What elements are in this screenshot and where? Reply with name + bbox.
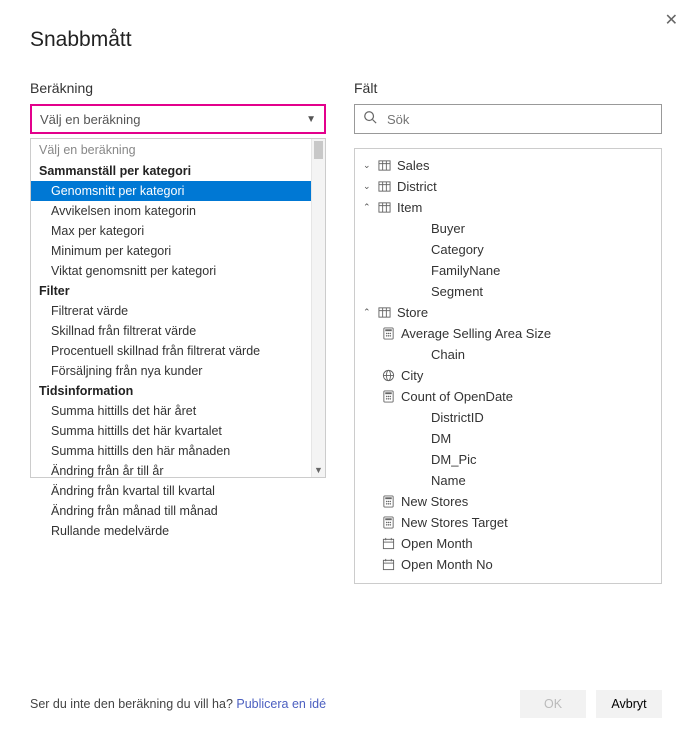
tree-field-row[interactable]: Open Month [359,533,657,554]
dropdown-item[interactable]: Procentuell skillnad från filtrerat värd… [31,341,325,361]
ok-button[interactable]: OK [520,690,586,718]
dropdown-item[interactable]: Summa hittills den här månaden [31,441,325,461]
calc-icon [379,495,397,508]
dropdown-item[interactable]: Rullande medelvärde [31,521,325,541]
footer-hint: Ser du inte den beräkning du vill ha? Pu… [30,697,326,711]
dropdown-item[interactable]: Ändring från år till år [31,461,325,481]
tree-label: New Stores [397,494,468,509]
tree-label: Name [427,473,466,488]
dropdown-item[interactable]: Summa hittills det här kvartalet [31,421,325,441]
cancel-button[interactable]: Avbryt [596,690,662,718]
fields-tree: ⌄ Sales ⌄ District ⌃ Item Buyer Category FamilyN… [354,148,662,584]
tree-label: Count of OpenDate [397,389,513,404]
tree-field-row[interactable]: New Stores [359,491,657,512]
tree-table-row[interactable]: ⌃ Store [359,302,657,323]
dropdown-item[interactable]: Ändring från månad till månad [31,501,325,521]
dropdown-item[interactable]: Minimum per kategori [31,241,325,261]
chevron-up-icon: ⌃ [363,202,375,213]
chevron-down-icon: ⌄ [363,181,375,192]
dropdown-item[interactable]: Max per kategori [31,221,325,241]
date-icon [379,537,397,550]
chevron-up-icon: ⌃ [363,307,375,318]
dropdown-group: Sammanställ per kategori [31,161,325,181]
dropdown-prompt: Välj en beräkning [31,139,325,161]
tree-label: City [397,368,423,383]
tree-field-row[interactable]: Open Month No [359,554,657,575]
tree-field-row[interactable]: City [359,365,657,386]
search-box[interactable] [354,104,662,134]
calculation-dropdown: Välj en beräkningSammanställ per kategor… [30,138,326,478]
close-icon[interactable]: ✕ [665,10,678,30]
tree-label: Buyer [427,221,465,236]
tree-table-row[interactable]: ⌄ District [359,176,657,197]
tree-field-row[interactable]: Segment [359,281,657,302]
scrollbar-thumb[interactable] [314,141,323,159]
tree-field-row[interactable]: Buyer [359,218,657,239]
calc-icon [379,327,397,340]
tree-label: Item [393,200,422,215]
tree-field-row[interactable]: DistrictID [359,407,657,428]
table-icon [375,180,393,193]
tree-field-row[interactable]: DM [359,428,657,449]
dropdown-item[interactable]: Genomsnitt per kategori [31,181,325,201]
dropdown-item[interactable]: Försäljning från nya kunder [31,361,325,381]
search-icon [363,110,377,129]
tree-table-row[interactable]: ⌃ Item [359,197,657,218]
search-input[interactable] [385,111,653,128]
dropdown-item[interactable]: Skillnad från filtrerat värde [31,321,325,341]
dropdown-item[interactable]: Viktat genomsnitt per kategori [31,261,325,281]
tree-table-row[interactable]: ⌄ Sales [359,155,657,176]
tree-label: Chain [427,347,465,362]
dropdown-group: Tidsinformation [31,381,325,401]
calculation-label: Beräkning [30,80,326,96]
tree-label: FamilyNane [427,263,500,278]
tree-field-row[interactable]: Chain [359,344,657,365]
calculation-select-value: Välj en beräkning [40,112,140,127]
calc-icon [379,390,397,403]
dropdown-item[interactable]: Summa hittills det här året [31,401,325,421]
geo-icon [379,369,397,382]
table-icon [375,159,393,172]
tree-label: Open Month No [397,557,493,572]
dropdown-item[interactable]: Avvikelsen inom kategorin [31,201,325,221]
fields-label: Fält [354,80,662,96]
tree-label: DistrictID [427,410,484,425]
dropdown-item[interactable]: Ändring från kvartal till kvartal [31,481,325,501]
dropdown-item[interactable]: Filtrerat värde [31,301,325,321]
tree-label: Open Month [397,536,473,551]
scroll-down-icon[interactable]: ▼ [312,463,325,477]
date-icon [379,558,397,571]
chevron-down-icon: ▼ [306,114,316,125]
table-icon [375,201,393,214]
tree-label: Average Selling Area Size [397,326,551,341]
dropdown-scrollbar[interactable]: ▲ ▼ [311,139,325,477]
tree-field-row[interactable]: DM_Pic [359,449,657,470]
tree-label: Sales [393,158,430,173]
tree-field-row[interactable]: New Stores Target [359,512,657,533]
dropdown-group: Filter [31,281,325,301]
publish-idea-link[interactable]: Publicera en idé [236,697,326,711]
tree-label: District [393,179,437,194]
tree-label: DM_Pic [427,452,477,467]
calculation-select[interactable]: Välj en beräkning ▼ [30,104,326,134]
tree-field-row[interactable]: FamilyNane [359,260,657,281]
tree-label: Segment [427,284,483,299]
tree-label: Store [393,305,428,320]
chevron-down-icon: ⌄ [363,160,375,171]
tree-field-row[interactable]: Category [359,239,657,260]
tree-field-row[interactable]: Average Selling Area Size [359,323,657,344]
tree-label: DM [427,431,451,446]
tree-field-row[interactable]: Name [359,470,657,491]
calc-icon [379,516,397,529]
dialog-title: Snabbmått [30,28,662,52]
tree-field-row[interactable]: Count of OpenDate [359,386,657,407]
table-icon [375,306,393,319]
tree-label: Category [427,242,484,257]
tree-label: New Stores Target [397,515,508,530]
